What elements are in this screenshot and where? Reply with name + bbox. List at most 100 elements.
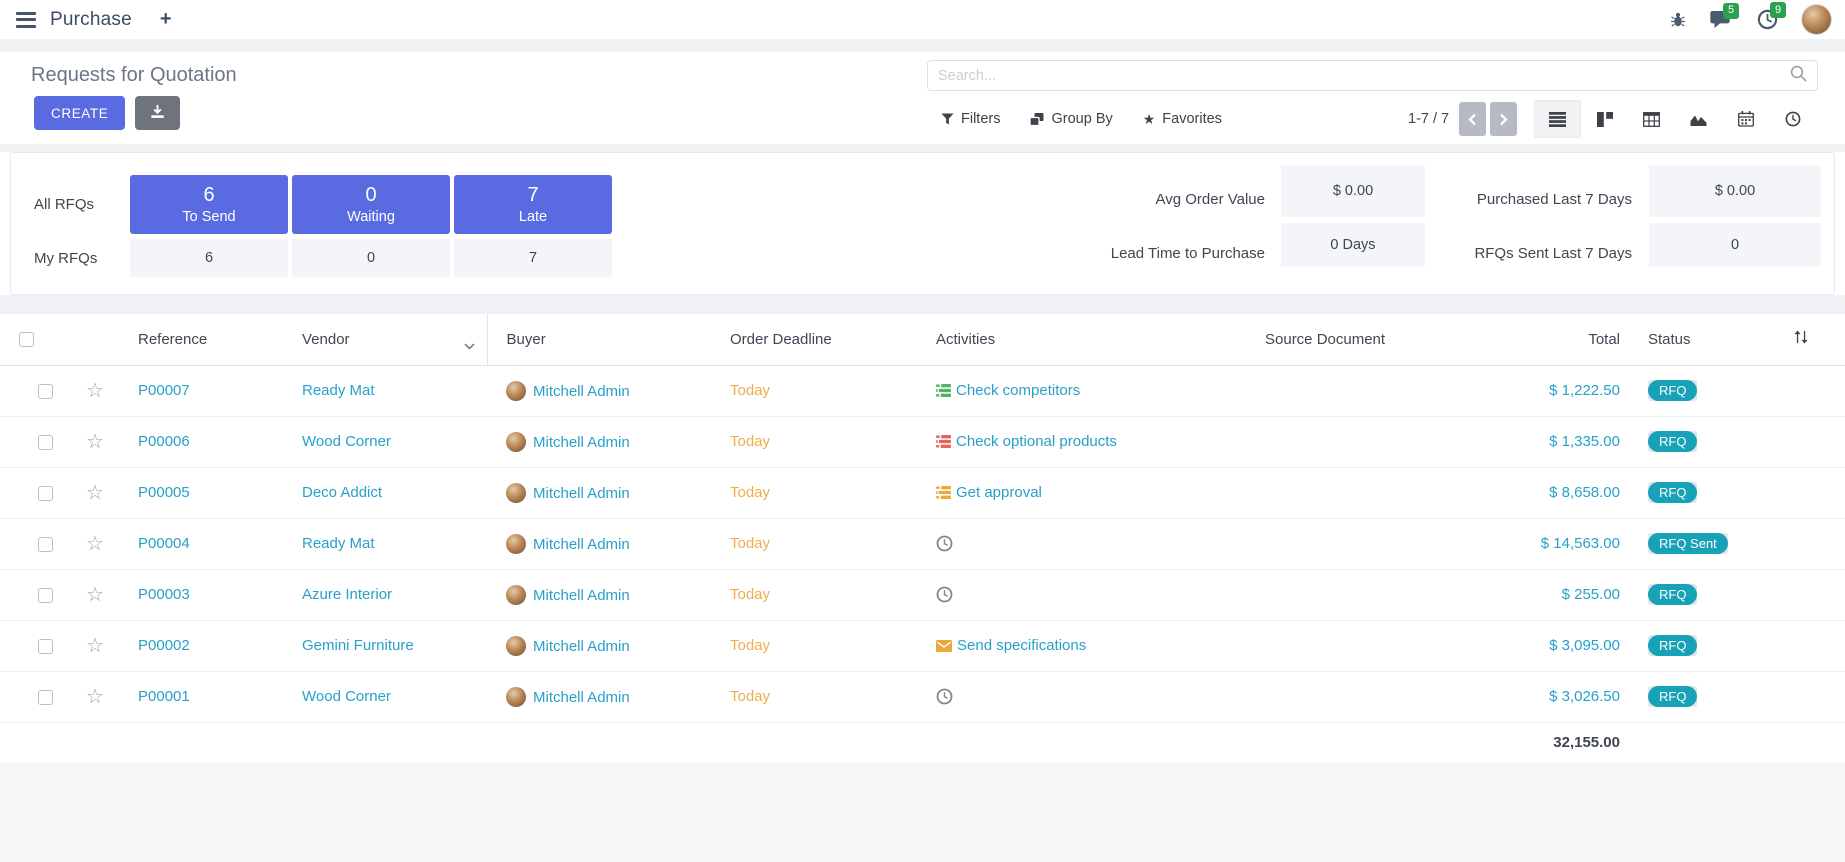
activity-link[interactable]: Send specifications — [957, 637, 1086, 654]
email-activity-icon[interactable] — [936, 640, 952, 652]
buyer-link[interactable]: Mitchell Admin — [533, 587, 630, 604]
vendor-link[interactable]: Ready Mat — [302, 382, 375, 399]
table-row[interactable]: ☆ P00001 Wood Corner Mitchell Admin Toda… — [0, 671, 1845, 722]
favorite-star-icon[interactable]: ☆ — [86, 431, 104, 453]
column-header-status[interactable]: Status — [1629, 314, 1767, 365]
search-icon[interactable] — [1790, 65, 1807, 87]
reference-link[interactable]: P00001 — [138, 688, 190, 705]
list-view-button[interactable] — [1534, 100, 1581, 138]
user-avatar[interactable] — [1802, 5, 1831, 34]
vendor-link[interactable]: Deco Addict — [302, 484, 382, 501]
buyer-link[interactable]: Mitchell Admin — [533, 689, 630, 706]
select-all-checkbox[interactable] — [19, 332, 34, 347]
pager-next-button[interactable] — [1490, 102, 1517, 136]
late-button[interactable]: 7 Late — [454, 175, 612, 234]
activity-link[interactable]: Check competitors — [956, 382, 1080, 399]
buyer-link[interactable]: Mitchell Admin — [533, 536, 630, 553]
tasks-activity-icon[interactable] — [936, 486, 951, 499]
group-by-icon — [1030, 113, 1044, 126]
vendor-link[interactable]: Azure Interior — [302, 586, 392, 603]
to-send-button[interactable]: 6 To Send — [130, 175, 288, 234]
row-checkbox[interactable] — [38, 690, 53, 705]
search-input[interactable] — [938, 68, 1790, 84]
favorite-star-icon[interactable]: ☆ — [86, 584, 104, 606]
reference-link[interactable]: P00005 — [138, 484, 190, 501]
my-late-count[interactable]: 7 — [454, 239, 612, 277]
buyer-link[interactable]: Mitchell Admin — [533, 434, 630, 451]
vendor-link[interactable]: Gemini Furniture — [302, 637, 414, 654]
vendor-link[interactable]: Ready Mat — [302, 535, 375, 552]
column-header-order-deadline[interactable]: Order Deadline — [711, 314, 917, 365]
vendor-link[interactable]: Wood Corner — [302, 688, 391, 705]
schedule-activity-clock-icon[interactable] — [936, 688, 953, 705]
row-checkbox[interactable] — [38, 537, 53, 552]
table-row[interactable]: ☆ P00007 Ready Mat Mitchell Admin Today … — [0, 365, 1845, 416]
tasks-activity-icon[interactable] — [936, 435, 951, 448]
kanban-view-button[interactable] — [1581, 100, 1628, 138]
activity-link[interactable]: Check optional products — [956, 433, 1117, 450]
reference-link[interactable]: P00003 — [138, 586, 190, 603]
status-badge: RFQ — [1648, 380, 1697, 402]
my-waiting-count[interactable]: 0 — [292, 239, 450, 277]
reference-link[interactable]: P00006 — [138, 433, 190, 450]
group-by-button[interactable]: Group By — [1030, 111, 1112, 127]
table-row[interactable]: ☆ P00002 Gemini Furniture Mitchell Admin… — [0, 620, 1845, 671]
app-name[interactable]: Purchase — [50, 9, 132, 31]
filters-button[interactable]: Filters — [941, 111, 1000, 127]
row-checkbox[interactable] — [38, 384, 53, 399]
favorite-star-icon[interactable]: ☆ — [86, 380, 104, 402]
favorite-star-icon[interactable]: ☆ — [86, 482, 104, 504]
table-row[interactable]: ☆ P00006 Wood Corner Mitchell Admin Toda… — [0, 416, 1845, 467]
search-box[interactable] — [927, 60, 1818, 91]
schedule-activity-clock-icon[interactable] — [936, 586, 953, 603]
purchased-7days-label: Purchased Last 7 Days — [1372, 191, 1632, 208]
pager-range: 1-7 / 7 — [1408, 111, 1449, 127]
buyer-link[interactable]: Mitchell Admin — [533, 485, 630, 502]
schedule-activity-clock-icon[interactable] — [936, 535, 953, 552]
column-header-activities[interactable]: Activities — [917, 314, 1246, 365]
pivot-view-button[interactable] — [1628, 100, 1675, 138]
favorite-star-icon[interactable]: ☆ — [86, 686, 104, 708]
topbar-right: 5 9 — [1670, 5, 1831, 34]
row-checkbox[interactable] — [38, 639, 53, 654]
favorite-star-icon[interactable]: ☆ — [86, 635, 104, 657]
calendar-view-button[interactable] — [1722, 100, 1769, 138]
table-row[interactable]: ☆ P00003 Azure Interior Mitchell Admin T… — [0, 569, 1845, 620]
vendor-link[interactable]: Wood Corner — [302, 433, 391, 450]
table-row[interactable]: ☆ P00005 Deco Addict Mitchell Admin Toda… — [0, 467, 1845, 518]
activities-count-badge: 9 — [1770, 2, 1786, 18]
activity-view-button[interactable] — [1769, 100, 1816, 138]
reference-link[interactable]: P00002 — [138, 637, 190, 654]
table-row[interactable]: ☆ P00004 Ready Mat Mitchell Admin Today … — [0, 518, 1845, 569]
tasks-activity-icon[interactable] — [936, 384, 951, 397]
activity-link[interactable]: Get approval — [956, 484, 1042, 501]
buyer-link[interactable]: Mitchell Admin — [533, 383, 630, 400]
waiting-button[interactable]: 0 Waiting — [292, 175, 450, 234]
buyer-link[interactable]: Mitchell Admin — [533, 638, 630, 655]
divider-band — [0, 295, 1845, 314]
my-to-send-count[interactable]: 6 — [130, 239, 288, 277]
row-checkbox[interactable] — [38, 588, 53, 603]
activities-clock-icon[interactable]: 9 — [1757, 9, 1778, 30]
column-header-vendor[interactable]: Vendor — [283, 314, 487, 365]
column-header-buyer[interactable]: Buyer — [487, 314, 711, 365]
pager-previous-button[interactable] — [1459, 102, 1486, 136]
column-header-total[interactable]: Total — [1485, 314, 1629, 365]
reference-link[interactable]: P00007 — [138, 382, 190, 399]
favorites-button[interactable]: ★ Favorites — [1143, 111, 1222, 128]
column-header-reference[interactable]: Reference — [119, 314, 283, 365]
debug-bug-icon[interactable] — [1670, 12, 1686, 28]
graph-view-button[interactable] — [1675, 100, 1722, 138]
row-checkbox[interactable] — [38, 435, 53, 450]
row-checkbox[interactable] — [38, 486, 53, 501]
rfqs-sent-7days-label: RFQs Sent Last 7 Days — [1372, 245, 1632, 262]
reference-link[interactable]: P00004 — [138, 535, 190, 552]
apps-menu-icon[interactable] — [16, 12, 36, 28]
plus-icon[interactable]: + — [160, 8, 172, 31]
messages-icon[interactable]: 5 — [1710, 10, 1733, 30]
favorite-star-icon[interactable]: ☆ — [86, 533, 104, 555]
order-deadline-value: Today — [730, 535, 770, 552]
activity-view-icon — [1785, 111, 1801, 127]
optional-columns-button[interactable] — [1767, 314, 1835, 365]
column-header-source-document[interactable]: Source Document — [1246, 314, 1485, 365]
